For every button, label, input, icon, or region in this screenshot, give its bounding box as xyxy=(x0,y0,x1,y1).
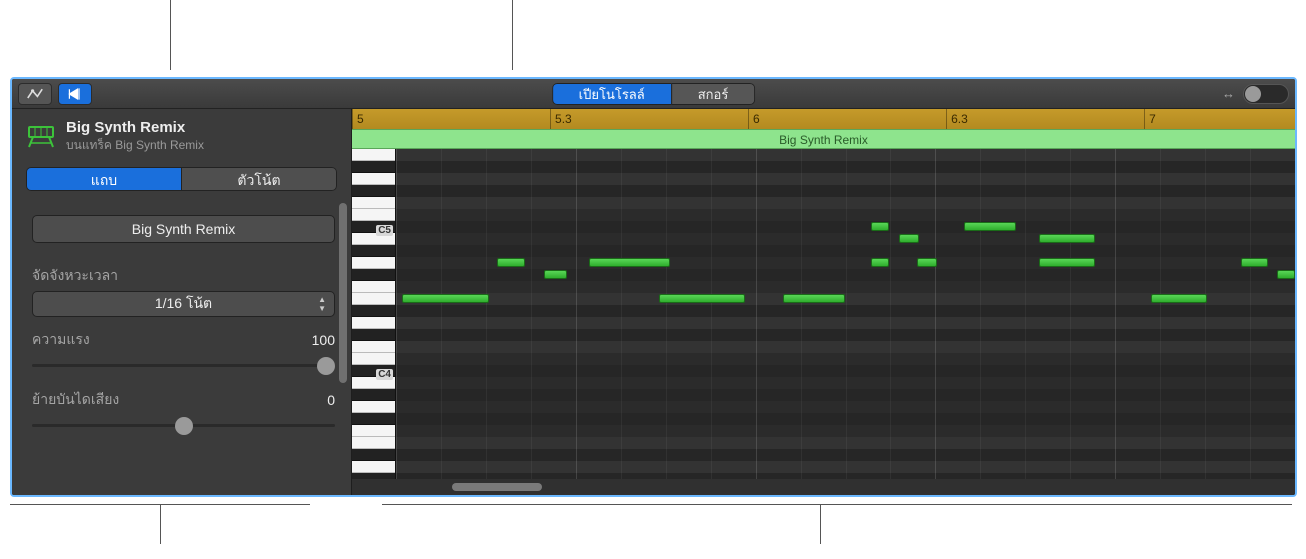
note-grid[interactable] xyxy=(396,149,1295,479)
midi-note[interactable] xyxy=(899,234,919,243)
editor-toolbar: เปียโนโรลล์ สกอร์ ↔ xyxy=(12,79,1295,109)
midi-note[interactable] xyxy=(783,294,846,303)
midi-note[interactable] xyxy=(964,222,1016,231)
region-subtitle: บนแทร็ค Big Synth Remix xyxy=(66,136,204,155)
midi-note[interactable] xyxy=(497,258,526,267)
midi-note[interactable] xyxy=(589,258,670,267)
midi-note[interactable] xyxy=(1151,294,1207,303)
tab-region[interactable]: แถบ xyxy=(26,167,181,191)
instrument-icon xyxy=(26,125,56,149)
region-name-field[interactable]: Big Synth Remix xyxy=(32,215,335,243)
inspector-panel: Big Synth Remix บนแทร็ค Big Synth Remix … xyxy=(12,109,352,495)
chevron-updown-icon: ▲▼ xyxy=(318,295,326,313)
catch-tool-button[interactable] xyxy=(58,83,92,105)
callout-line xyxy=(160,504,161,544)
region-header: Big Synth Remix บนแทร็ค Big Synth Remix xyxy=(12,109,351,163)
callout-line xyxy=(382,504,1292,505)
tab-notes[interactable]: ตัวโน้ต xyxy=(181,167,337,191)
horizontal-zoom-icon: ↔ xyxy=(1222,86,1235,101)
strength-label: ความแรง xyxy=(32,329,90,351)
midi-note[interactable] xyxy=(871,258,889,267)
strength-value: 100 xyxy=(312,332,335,348)
midi-note[interactable] xyxy=(544,270,566,279)
ruler-tick: 7 xyxy=(1144,109,1156,129)
midi-note[interactable] xyxy=(659,294,745,303)
tab-score[interactable]: สกอร์ xyxy=(671,83,756,105)
region-title: Big Synth Remix xyxy=(66,119,204,136)
midi-note[interactable] xyxy=(1277,270,1295,279)
region-strip[interactable]: Big Synth Remix xyxy=(352,129,1295,149)
tab-pianoroll[interactable]: เปียโนโรลล์ xyxy=(552,83,671,105)
midi-note[interactable] xyxy=(402,294,488,303)
time-ruler[interactable]: 5 5.3 6 6.3 7 xyxy=(352,109,1295,129)
quantize-label: จัดจังหวะเวลา xyxy=(32,265,335,287)
midi-note[interactable] xyxy=(917,258,937,267)
octave-label: C5 xyxy=(376,225,393,236)
automation-tool-button[interactable] xyxy=(18,83,52,105)
callout-line xyxy=(170,0,171,70)
inspector-scrollbar[interactable] xyxy=(337,199,349,495)
midi-note[interactable] xyxy=(1039,234,1095,243)
midi-note[interactable] xyxy=(1039,258,1095,267)
horizontal-scrollbar[interactable] xyxy=(352,479,1295,495)
ruler-tick: 5 xyxy=(352,109,364,129)
view-mode-tabs: เปียโนโรลล์ สกอร์ xyxy=(552,83,756,105)
midi-note[interactable] xyxy=(871,222,889,231)
editor-window: เปียโนโรลล์ สกอร์ ↔ Big Synth Remix บนแท… xyxy=(10,77,1297,497)
strength-slider[interactable] xyxy=(32,355,335,375)
transpose-label: ย้ายบันไดเสียง xyxy=(32,389,119,411)
quantize-select[interactable]: 1/16 โน้ต ▲▼ xyxy=(32,291,335,317)
ruler-tick: 6 xyxy=(748,109,760,129)
ruler-tick: 5.3 xyxy=(550,109,572,129)
midi-note[interactable] xyxy=(1241,258,1268,267)
ruler-tick: 6.3 xyxy=(946,109,968,129)
transpose-value: 0 xyxy=(327,392,335,408)
inspector-mode-tabs: แถบ ตัวโน้ต xyxy=(26,167,337,191)
callout-line xyxy=(512,0,513,70)
piano-roll-area: 5 5.3 6 6.3 7 Big Synth Remix C5 C4 xyxy=(352,109,1295,495)
callout-line xyxy=(820,504,821,544)
quantize-value: 1/16 โน้ต xyxy=(155,293,212,315)
transpose-slider[interactable] xyxy=(32,415,335,435)
octave-label: C4 xyxy=(376,369,393,380)
piano-keyboard[interactable]: C5 C4 xyxy=(352,149,396,479)
auto-zoom-toggle[interactable] xyxy=(1243,84,1289,104)
